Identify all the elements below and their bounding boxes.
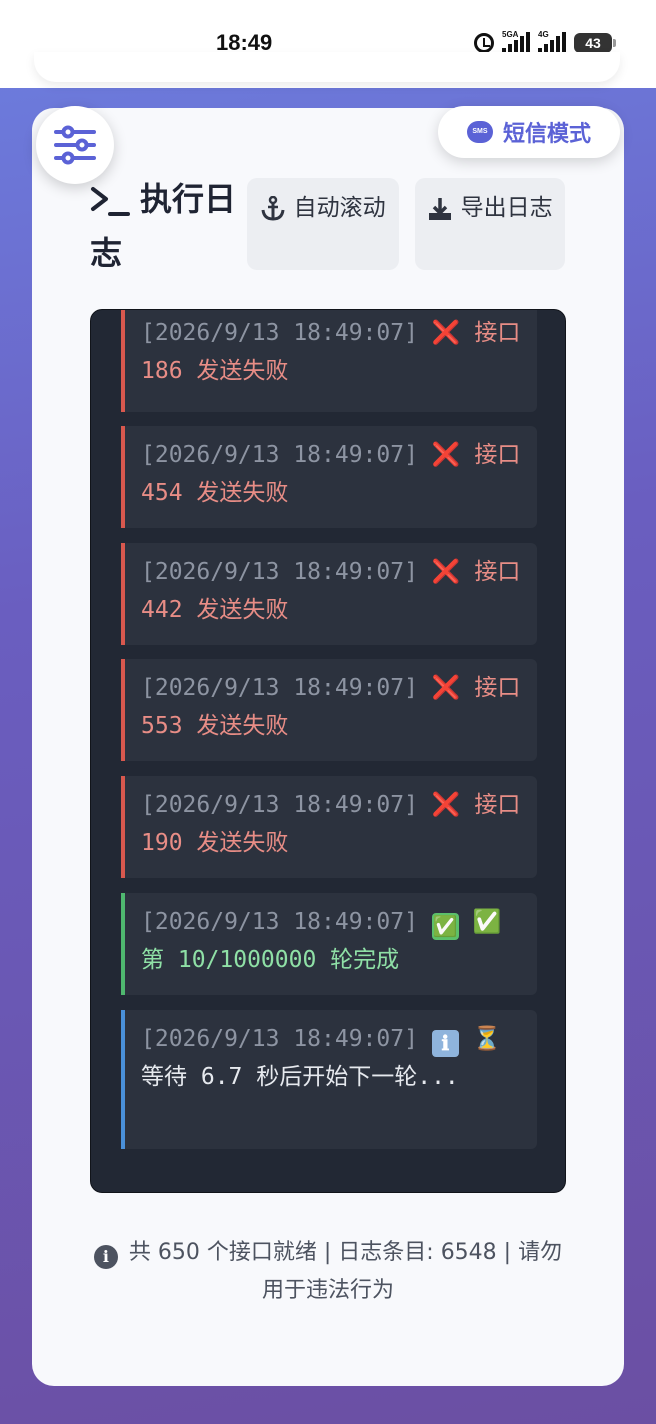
log-entry: [2026/9/13 18:49:07] ❌ 接口 553 发送失败 bbox=[121, 659, 537, 761]
log-title: 执行日志 bbox=[90, 172, 250, 280]
sliders-icon bbox=[54, 125, 96, 165]
log-entry: [2026/9/13 18:49:07] ❌ 接口 454 发送失败 bbox=[121, 426, 537, 528]
battery-icon: 43 bbox=[574, 33, 616, 53]
log-entry: [2026/9/13 18:49:07] ❌ 接口 190 发送失败 bbox=[121, 776, 537, 878]
anchor-icon bbox=[261, 195, 285, 221]
footer-note: i 共 650 个接口就绪 | 日志条目: 6548 | 请勿用于违法行为 bbox=[90, 1234, 566, 1310]
error-x-icon: ❌ bbox=[431, 320, 461, 346]
error-x-icon: ❌ bbox=[431, 675, 461, 701]
error-x-icon: ❌ bbox=[431, 792, 461, 818]
info-circle-icon: i bbox=[93, 1245, 118, 1269]
signal-4g-label: 4G bbox=[538, 30, 549, 39]
log-timestamp: [2026/9/13 18:49:07] bbox=[141, 909, 418, 935]
error-x-icon: ❌ bbox=[431, 559, 461, 585]
cellular-signal-4g-icon: 4G bbox=[538, 30, 566, 54]
footer-text: 共 650 个接口就绪 | 日志条目: 6548 | 请勿用于违法行为 bbox=[128, 1240, 563, 1303]
terminal-icon bbox=[91, 187, 130, 216]
sms-mode-button[interactable]: SMS 短信模式 bbox=[438, 106, 620, 158]
signal-5ga-label: 5GA bbox=[502, 30, 519, 39]
log-entry: [2026/9/13 18:49:07] ✅ ✅ 第 10/1000000 轮完… bbox=[121, 893, 537, 995]
log-timestamp: [2026/9/13 18:49:07] bbox=[141, 675, 418, 701]
status-icons: 5GA 4G 43 bbox=[474, 30, 616, 54]
log-entry: [2026/9/13 18:49:07] ❌ 接口 186 发送失败 bbox=[121, 310, 537, 412]
export-log-label: 导出日志 bbox=[460, 195, 553, 221]
download-icon bbox=[429, 197, 452, 220]
log-panel[interactable]: [2026/9/13 18:49:07] ❌ 接口 186 发送失败 [2026… bbox=[90, 309, 566, 1193]
log-entry: [2026/9/13 18:49:07] ❌ 接口 442 发送失败 bbox=[121, 543, 537, 645]
log-timestamp: [2026/9/13 18:49:07] bbox=[141, 559, 418, 585]
log-timestamp: [2026/9/13 18:49:07] bbox=[141, 1026, 418, 1052]
log-timestamp: [2026/9/13 18:49:07] bbox=[141, 320, 418, 346]
cellular-signal-5ga-icon: 5GA bbox=[502, 30, 530, 54]
log-timestamp: [2026/9/13 18:49:07] bbox=[141, 792, 418, 818]
auto-scroll-button[interactable]: 自动滚动 bbox=[247, 178, 399, 270]
sms-icon: SMS bbox=[466, 121, 493, 143]
alarm-icon bbox=[474, 33, 494, 53]
sms-mode-label: 短信模式 bbox=[502, 122, 591, 147]
check-mark-icon: ✅ bbox=[431, 913, 459, 940]
auto-scroll-label: 自动滚动 bbox=[293, 195, 386, 221]
info-icon: ℹ bbox=[431, 1030, 459, 1057]
error-x-icon: ❌ bbox=[431, 442, 461, 468]
previous-card-edge bbox=[34, 52, 620, 82]
log-entry: [2026/9/13 18:49:07] ℹ ⏳ 等待 6.7 秒后开始下一轮.… bbox=[121, 1010, 537, 1149]
log-timestamp: [2026/9/13 18:49:07] bbox=[141, 442, 418, 468]
export-log-button[interactable]: 导出日志 bbox=[415, 178, 565, 270]
